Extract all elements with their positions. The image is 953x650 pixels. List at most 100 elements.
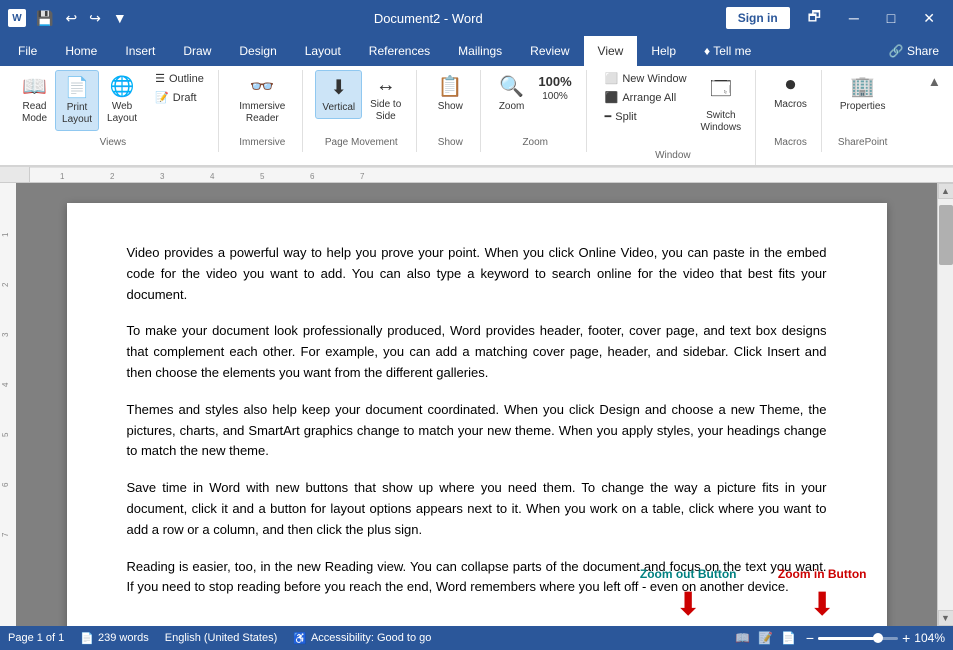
page-info: Page 1 of 1 <box>8 632 64 644</box>
undo-button[interactable]: ↩ <box>61 8 81 29</box>
tab-review[interactable]: Review <box>516 36 583 66</box>
svg-text:7: 7 <box>360 172 365 181</box>
split-button[interactable]: ━ Split <box>599 108 693 125</box>
show-buttons: 📋 Show <box>432 70 469 137</box>
print-layout-button[interactable]: 📄 PrintLayout <box>55 70 99 131</box>
page-label: Page 1 of 1 <box>8 632 64 644</box>
read-mode-button[interactable]: 📖 ReadMode <box>16 70 53 129</box>
document-page: Video provides a powerful way to help yo… <box>67 203 887 626</box>
svg-text:5: 5 <box>260 172 265 181</box>
show-icon: 📋 <box>438 74 463 99</box>
tab-view[interactable]: View <box>584 36 638 66</box>
web-layout-icon: 🌐 <box>110 74 135 99</box>
horizontal-ruler: 1 2 3 4 5 6 7 <box>30 167 953 183</box>
vertical-scrollbar[interactable]: ▲ ▼ <box>937 183 953 626</box>
tab-help[interactable]: Help <box>637 36 690 66</box>
macros-icon: ⏺ <box>785 74 795 97</box>
title-bar-right: Sign in 🗗 ─ □ ✕ <box>726 2 945 34</box>
zoom-label: Zoom <box>522 137 548 148</box>
language-label: English (United States) <box>165 632 278 644</box>
ruler-corner <box>0 167 30 183</box>
zoom-button[interactable]: 🔍 Zoom <box>493 70 531 117</box>
ruler-area: 1 2 3 4 5 6 7 <box>0 167 953 183</box>
svg-text:1: 1 <box>60 172 65 181</box>
draft-button[interactable]: 📝 Draft <box>149 89 210 106</box>
svg-text:3: 3 <box>160 172 165 181</box>
zoom-100-icon: 100% <box>538 74 571 89</box>
tab-design[interactable]: Design <box>225 36 290 66</box>
new-window-button[interactable]: ⬜ New Window <box>599 70 693 87</box>
maximize-button[interactable]: □ <box>877 6 905 30</box>
switch-windows-button[interactable]: 🗔 SwitchWindows <box>695 70 748 138</box>
zoom-icon: 🔍 <box>499 74 524 99</box>
status-bar: Page 1 of 1 📄 239 words English (United … <box>0 626 953 650</box>
switch-windows-icon: 🗔 <box>710 74 732 108</box>
tab-references[interactable]: References <box>355 36 444 66</box>
ribbon-group-window: ⬜ New Window ⬛ Arrange All ━ Split 🗔 Swi… <box>591 70 756 165</box>
redo-button[interactable]: ↪ <box>85 8 105 29</box>
ribbon-group-sharepoint: 🏢 Properties SharePoint <box>826 70 900 152</box>
tab-layout[interactable]: Layout <box>291 36 355 66</box>
view-mode-buttons: 📖 📝 📄 <box>733 629 798 647</box>
page-movement-label: Page Movement <box>325 137 398 148</box>
vertical-button[interactable]: ⬇ Vertical <box>315 70 362 119</box>
scroll-up-button[interactable]: ▲ <box>938 183 953 199</box>
tab-file[interactable]: File <box>4 36 51 66</box>
window-title: Document2 - Word <box>131 11 726 26</box>
ribbon-content: 📖 ReadMode 📄 PrintLayout 🌐 WebLayout ☰ O… <box>0 66 953 166</box>
tab-home[interactable]: Home <box>51 36 111 66</box>
view-print-button[interactable]: 📄 <box>779 629 798 647</box>
web-layout-button[interactable]: 🌐 WebLayout <box>101 70 143 129</box>
macros-button[interactable]: ⏺ Macros <box>768 70 813 115</box>
outline-button[interactable]: ☰ Outline <box>149 70 210 87</box>
accessibility-info: ♿ Accessibility: Good to go <box>293 632 431 645</box>
scroll-down-button[interactable]: ▼ <box>938 610 953 626</box>
svg-text:7: 7 <box>1 532 10 537</box>
svg-text:4: 4 <box>210 172 215 181</box>
arrange-all-button[interactable]: ⬛ Arrange All <box>599 89 693 106</box>
document-area: 1 2 3 4 5 6 7 Video provides a powerful … <box>0 183 953 626</box>
minimize-button[interactable]: ─ <box>839 6 869 30</box>
quick-access-toolbar: 💾 ↩ ↪ ▼ <box>32 8 131 29</box>
zoom-slider[interactable] <box>818 637 898 640</box>
words-label: 239 words <box>98 632 149 644</box>
zoom-out-button[interactable]: − <box>806 630 814 646</box>
save-button[interactable]: 💾 <box>32 8 57 29</box>
zoom-100-button[interactable]: 100% 100% <box>532 70 577 107</box>
restore-button[interactable]: 🗗 <box>798 2 831 34</box>
svg-text:2: 2 <box>110 172 115 181</box>
ribbon-group-immersive: 👓 ImmersiveReader Immersive <box>223 70 303 152</box>
side-to-side-button[interactable]: ↔ Side toSide <box>364 70 407 127</box>
vertical-icon: ⬇ <box>330 75 347 100</box>
properties-button[interactable]: 🏢 Properties <box>834 70 892 117</box>
document-scroll[interactable]: Video provides a powerful way to help yo… <box>16 183 937 626</box>
view-read-button[interactable]: 📖 <box>733 629 752 647</box>
tab-share[interactable]: 🔗 Share <box>875 36 953 66</box>
svg-text:6: 6 <box>310 172 315 181</box>
close-button[interactable]: ✕ <box>913 6 945 31</box>
collapse-ribbon-button[interactable]: ▲ <box>924 70 945 93</box>
immersive-label: Immersive <box>239 137 285 148</box>
tab-mailings[interactable]: Mailings <box>444 36 516 66</box>
scroll-thumb[interactable] <box>939 205 953 265</box>
window-label: Window <box>655 150 691 161</box>
sharepoint-label: SharePoint <box>838 137 887 148</box>
show-label: Show <box>438 137 463 148</box>
sign-in-button[interactable]: Sign in <box>726 7 790 29</box>
immersive-reader-button[interactable]: 👓 ImmersiveReader <box>233 70 291 129</box>
svg-text:4: 4 <box>1 382 10 387</box>
ribbon-group-show: 📋 Show Show <box>421 70 481 152</box>
show-button[interactable]: 📋 Show <box>432 70 469 117</box>
word-count: 📄 239 words <box>80 632 148 645</box>
print-layout-icon: 📄 <box>65 75 90 100</box>
zoom-in-button[interactable]: + <box>902 630 910 646</box>
tab-tell-me[interactable]: ♦ Tell me <box>690 36 765 66</box>
ribbon-tabs: File Home Insert Draw Design Layout Refe… <box>0 36 953 66</box>
tab-draw[interactable]: Draw <box>169 36 225 66</box>
customize-qa-button[interactable]: ▼ <box>109 8 131 28</box>
view-edit-button[interactable]: 📝 <box>756 629 775 647</box>
read-mode-icon: 📖 <box>22 74 47 99</box>
title-bar: W 💾 ↩ ↪ ▼ Document2 - Word Sign in 🗗 ─ □… <box>0 0 953 36</box>
accessibility-icon: ♿ <box>293 632 307 645</box>
tab-insert[interactable]: Insert <box>111 36 169 66</box>
